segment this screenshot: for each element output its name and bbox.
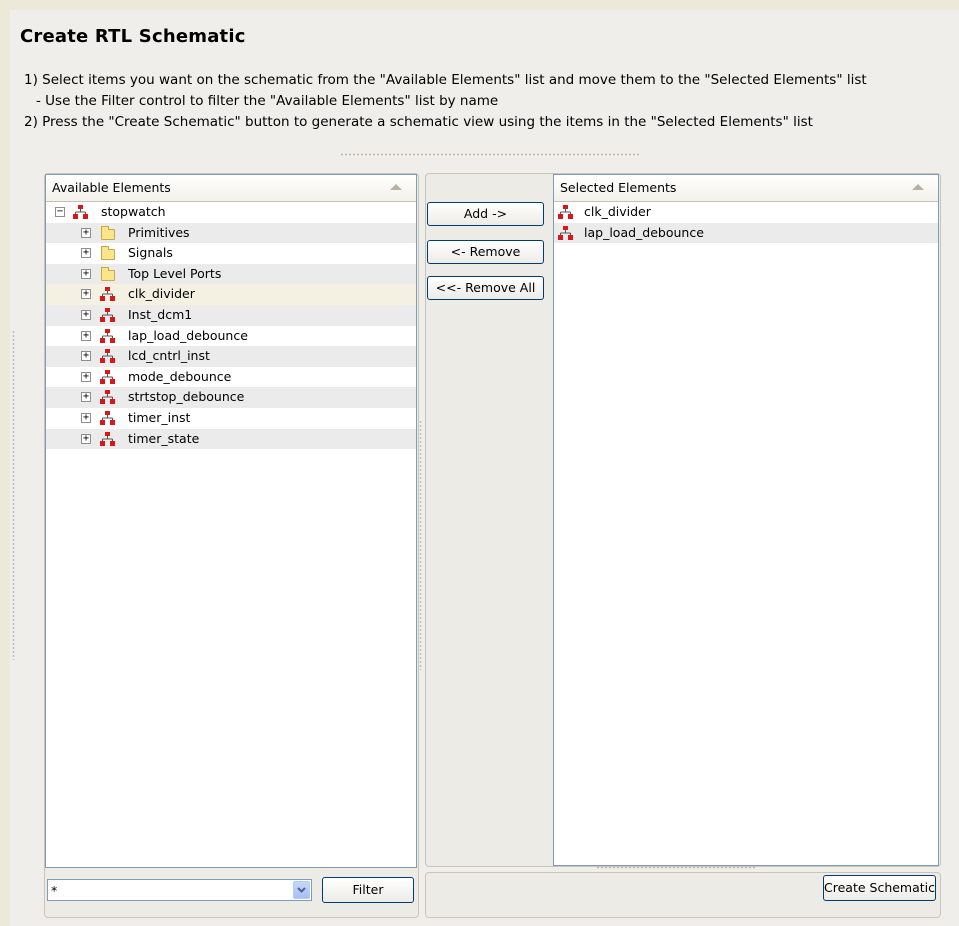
expand-toggle-icon[interactable]: + bbox=[81, 351, 91, 362]
hierarchy-icon bbox=[100, 369, 116, 384]
filter-combobox[interactable] bbox=[47, 879, 312, 901]
list-item[interactable]: clk_divider bbox=[554, 202, 938, 223]
expand-toggle-icon[interactable]: + bbox=[81, 309, 91, 320]
hierarchy-icon bbox=[100, 287, 116, 302]
tree-item[interactable]: + timer_inst bbox=[46, 408, 416, 429]
hierarchy-icon bbox=[100, 349, 116, 364]
tree-item-label: Signals bbox=[128, 245, 173, 261]
tree-item-label: Inst_dcm1 bbox=[128, 306, 193, 322]
tree-item[interactable]: + Signals bbox=[46, 243, 416, 264]
filter-button[interactable]: Filter bbox=[322, 877, 414, 903]
hierarchy-icon bbox=[100, 431, 116, 446]
tree-item[interactable]: + Top Level Ports bbox=[46, 263, 416, 285]
instruction-line-3: 2) Press the "Create Schematic" button t… bbox=[24, 114, 813, 130]
tree-item-label: Primitives bbox=[128, 224, 190, 240]
remove-button[interactable]: <- Remove bbox=[427, 240, 544, 264]
hierarchy-icon bbox=[100, 307, 116, 322]
available-elements-header[interactable]: Available Elements bbox=[46, 175, 416, 202]
hierarchy-icon bbox=[558, 225, 574, 240]
tree-item-label: stopwatch bbox=[101, 204, 166, 219]
expand-toggle-icon[interactable]: + bbox=[81, 227, 91, 238]
create-schematic-button[interactable]: Create Schematic bbox=[823, 875, 936, 901]
tree-item-label: lap_load_debounce bbox=[128, 327, 248, 343]
hierarchy-icon bbox=[73, 205, 89, 219]
filter-input[interactable] bbox=[51, 881, 281, 899]
splitter-handle[interactable] bbox=[340, 153, 640, 156]
expand-toggle-icon[interactable]: + bbox=[81, 268, 91, 279]
tree-item-label: mode_debounce bbox=[128, 368, 232, 384]
available-elements-header-label: Available Elements bbox=[52, 180, 171, 195]
tree-item[interactable]: + timer_state bbox=[46, 428, 416, 450]
hierarchy-icon bbox=[100, 410, 116, 425]
expand-toggle-icon[interactable]: + bbox=[81, 371, 91, 382]
add-button[interactable]: Add -> bbox=[427, 202, 544, 226]
expand-toggle-icon[interactable]: + bbox=[81, 248, 91, 259]
tree-item[interactable]: + strtstop_debounce bbox=[46, 387, 416, 408]
expand-toggle-icon[interactable]: + bbox=[81, 412, 91, 423]
tree-item[interactable]: + Inst_dcm1 bbox=[46, 304, 416, 326]
tree-item[interactable]: + Primitives bbox=[46, 222, 416, 244]
selected-elements-items: clk_divider lap_load_debounce bbox=[554, 202, 938, 244]
tree-item[interactable]: + clk_divider bbox=[46, 284, 416, 305]
tree-item-label: Top Level Ports bbox=[128, 265, 222, 281]
hierarchy-icon bbox=[100, 390, 116, 405]
hierarchy-icon bbox=[100, 328, 116, 343]
expand-toggle-icon[interactable]: + bbox=[81, 433, 91, 444]
vertical-splitter-handle[interactable] bbox=[419, 420, 422, 670]
page-title: Create RTL Schematic bbox=[20, 26, 246, 47]
expand-toggle-icon[interactable]: + bbox=[81, 392, 91, 403]
tree-item-label: strtstop_debounce bbox=[128, 389, 245, 405]
hierarchy-icon bbox=[558, 205, 574, 219]
tree-item-label: timer_state bbox=[128, 430, 200, 446]
tree-item-label: clk_divider bbox=[128, 286, 195, 302]
folder-icon bbox=[100, 266, 116, 281]
chevron-down-icon[interactable] bbox=[293, 881, 310, 899]
instruction-line-1: 1) Select items you want on the schemati… bbox=[24, 72, 867, 88]
tree-item[interactable]: + mode_debounce bbox=[46, 367, 416, 388]
folder-icon bbox=[100, 246, 116, 261]
folder-icon bbox=[100, 225, 116, 240]
tree-item-label: lap_load_debounce bbox=[584, 224, 704, 240]
selected-elements-header-label: Selected Elements bbox=[560, 180, 677, 195]
horizontal-splitter-handle[interactable] bbox=[596, 866, 756, 869]
selected-elements-header[interactable]: Selected Elements bbox=[554, 175, 938, 202]
side-splitter-handle[interactable] bbox=[12, 330, 15, 660]
tree-item-label: lcd_cntrl_inst bbox=[128, 348, 210, 364]
tree-item-label: clk_divider bbox=[584, 204, 651, 219]
available-elements-list[interactable]: Available Elements − stopwatch + Primitives… bbox=[45, 174, 417, 868]
remove-all-button[interactable]: <<- Remove All bbox=[427, 276, 544, 300]
tree-item[interactable]: + lcd_cntrl_inst bbox=[46, 346, 416, 367]
sort-arrow-icon bbox=[390, 184, 402, 190]
tree-item-root[interactable]: − stopwatch bbox=[46, 202, 416, 223]
tree-item[interactable]: + lap_load_debounce bbox=[46, 326, 416, 347]
tree-item-label: timer_inst bbox=[128, 409, 191, 425]
sort-arrow-icon bbox=[912, 184, 924, 190]
expand-toggle-icon[interactable]: + bbox=[81, 289, 91, 300]
available-elements-tree: − stopwatch + Primitives + Signals + Top Level … bbox=[46, 202, 416, 450]
selected-elements-list[interactable]: Selected Elements clk_divider lap_load_de… bbox=[553, 174, 939, 866]
list-item[interactable]: lap_load_debounce bbox=[554, 222, 938, 244]
expand-toggle-icon[interactable]: + bbox=[81, 330, 91, 341]
collapse-toggle-icon[interactable]: − bbox=[55, 207, 65, 217]
instruction-line-2: - Use the Filter control to filter the "… bbox=[36, 93, 499, 109]
